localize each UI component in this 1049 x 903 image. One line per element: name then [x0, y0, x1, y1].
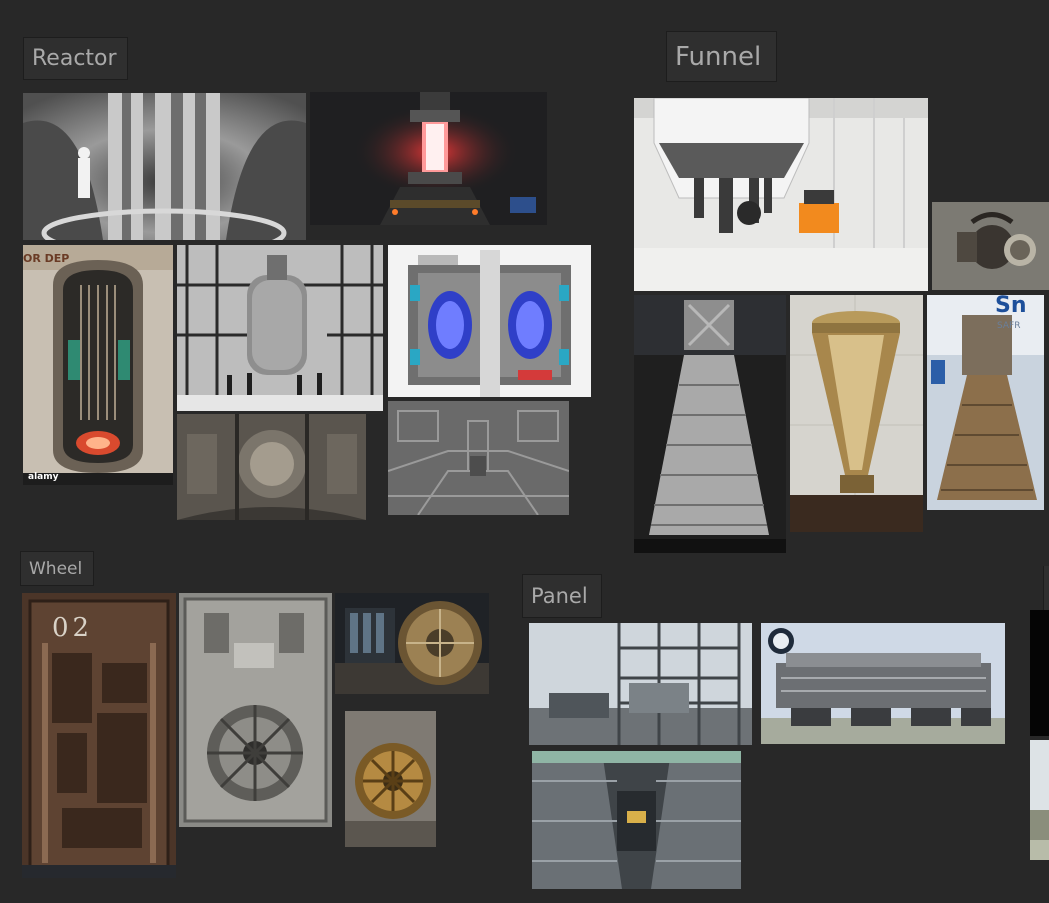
group-label-funnel-text: Funnel	[675, 41, 762, 72]
offscreen-label-edge	[1043, 566, 1049, 610]
reactor-image-red-core-render[interactable]	[310, 92, 547, 225]
reactor-image-internal-machinery[interactable]	[177, 414, 366, 520]
group-label-wheel[interactable]: Wheel	[20, 551, 94, 586]
wheel-image-bank-vault-door[interactable]	[335, 593, 489, 694]
wheel-image-rusty-door[interactable]: 02	[22, 593, 176, 878]
group-label-funnel[interactable]: Funnel	[666, 31, 777, 82]
panel-image-crawler-transporter[interactable]	[761, 623, 1005, 744]
group-label-panel[interactable]: Panel	[522, 574, 602, 618]
funnel-image-silver-rocket-engine[interactable]	[634, 295, 786, 553]
engine-logo-text: Sn	[995, 295, 1027, 318]
group-label-reactor-text: Reactor	[32, 46, 117, 71]
reactor-image-vessel-cutaway[interactable]: OR DEP alamy	[23, 245, 173, 485]
moodboard-canvas[interactable]: Reactor Funnel Wheel Panel OR DEP alamy …	[0, 0, 1049, 903]
panel-image-assembly-hall[interactable]	[532, 751, 741, 889]
panel-image-launch-tower[interactable]	[529, 623, 752, 745]
reactor-image-tokamak-interior[interactable]	[23, 93, 306, 240]
reactor-image-construction-photo[interactable]	[177, 245, 383, 411]
group-label-reactor[interactable]: Reactor	[23, 37, 128, 80]
funnel-image-golden-funnel[interactable]	[790, 295, 923, 532]
funnel-image-engine-render[interactable]	[932, 202, 1049, 290]
offscreen-image-black[interactable]	[1030, 610, 1049, 736]
group-label-wheel-text: Wheel	[29, 558, 83, 579]
engine-logo-subtext: SAFR	[997, 321, 1021, 331]
wheel-image-gold-vault-wheel[interactable]	[345, 711, 436, 847]
reactor-sign-text: OR DEP	[23, 252, 70, 265]
wheel-image-vault-mechanism[interactable]	[179, 593, 332, 827]
group-label-panel-text: Panel	[531, 584, 588, 608]
funnel-image-bronze-rocket-engine[interactable]: Sn SAFR	[927, 295, 1044, 510]
offscreen-image-landscape[interactable]	[1030, 740, 1049, 860]
door-number-text: 02	[52, 613, 94, 643]
reactor-image-tokamak-cross-section[interactable]	[388, 245, 591, 397]
reactor-image-concept-sketch[interactable]	[388, 401, 569, 515]
funnel-image-rocket-stage-assembly[interactable]	[634, 98, 928, 291]
alamy-watermark: alamy	[28, 472, 59, 482]
